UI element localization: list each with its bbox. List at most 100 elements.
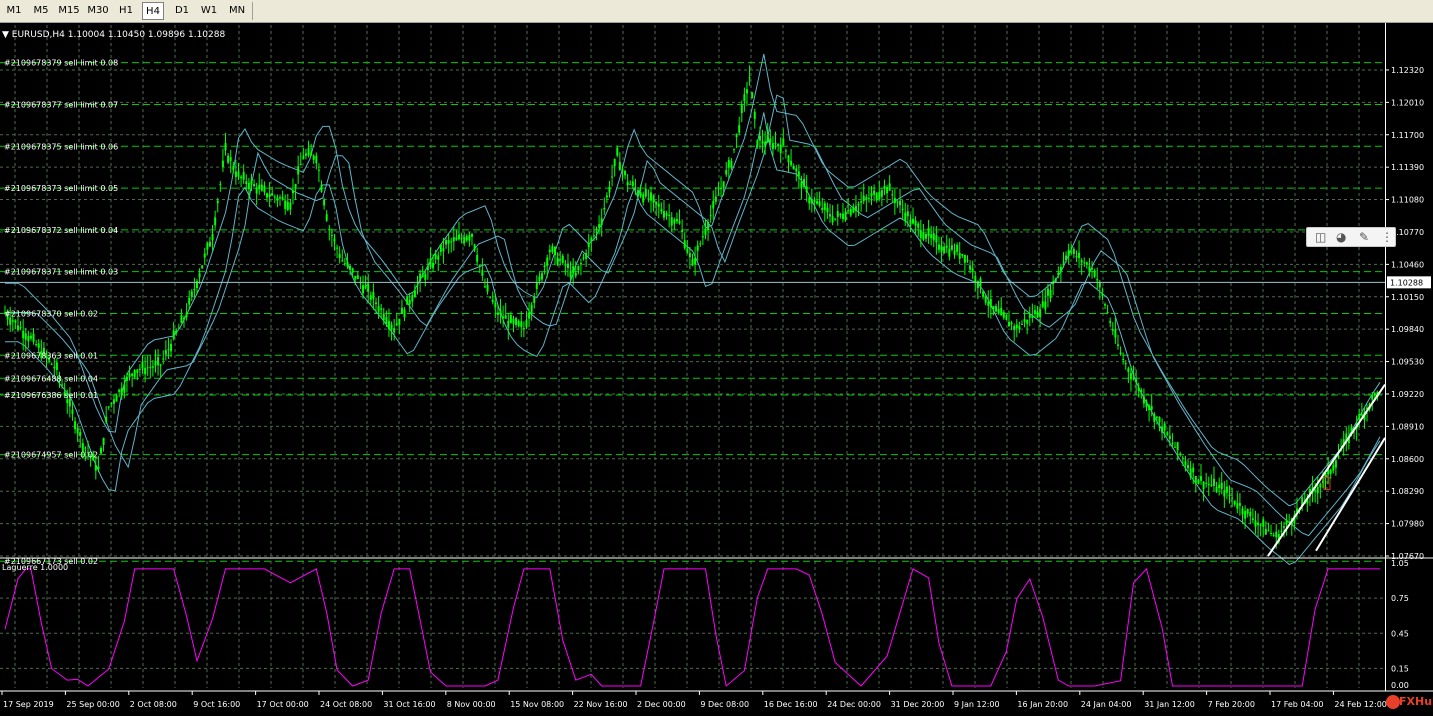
- split-view-icon[interactable]: ◫: [1315, 229, 1326, 245]
- candle-body: [725, 169, 728, 175]
- candle-body: [745, 89, 748, 94]
- candle-body: [1202, 481, 1205, 490]
- candle-body: [1189, 468, 1192, 477]
- indicator-axis-label: 0.75: [1391, 594, 1409, 603]
- candle-body: [927, 228, 930, 237]
- candle-body: [1054, 278, 1057, 282]
- candle-body: [673, 219, 676, 224]
- timeframe-w1-button[interactable]: W1: [197, 2, 221, 20]
- candle-body: [255, 187, 258, 194]
- candle-body: [1020, 323, 1023, 325]
- time-axis-label: 8 Nov 00:00: [447, 700, 496, 709]
- candle-body: [310, 152, 313, 156]
- candle-body: [1238, 503, 1241, 506]
- candle-body: [419, 273, 422, 282]
- timeframe-m30-button[interactable]: M30: [85, 2, 111, 20]
- candle-body: [175, 330, 178, 334]
- candle-body: [367, 283, 370, 292]
- time-axis-label: 31 Dec 20:00: [891, 700, 945, 709]
- price-axis-label: 1.10150: [1391, 293, 1424, 302]
- pen-icon[interactable]: ✎: [1359, 229, 1369, 245]
- timeframe-m1-button[interactable]: M1: [2, 2, 26, 20]
- candle-body: [424, 273, 427, 280]
- candle-body: [27, 335, 30, 342]
- candle-body: [691, 259, 694, 266]
- candle-body: [330, 235, 333, 237]
- candle-body: [144, 367, 147, 375]
- candle-body: [343, 263, 346, 265]
- candle-body: [426, 265, 429, 271]
- candle-body: [930, 234, 933, 239]
- candle-body: [268, 194, 271, 197]
- candle-body: [250, 180, 253, 185]
- candle-body: [520, 321, 523, 328]
- candle-body: [413, 290, 416, 298]
- candle-body: [935, 235, 938, 243]
- candle-body: [867, 197, 870, 199]
- candle-body: [224, 142, 227, 151]
- candle-body: [629, 183, 632, 185]
- candle-body: [338, 253, 341, 259]
- candle-body: [271, 193, 274, 196]
- candle-body: [1033, 310, 1036, 314]
- candle-body: [227, 155, 230, 163]
- candle-body: [893, 197, 896, 204]
- candle-body: [320, 184, 323, 192]
- timeframe-mn-button[interactable]: MN: [225, 2, 249, 20]
- candle-body: [608, 187, 611, 193]
- candle-body: [247, 182, 250, 190]
- candle-body: [956, 244, 959, 252]
- candle-body: [1114, 329, 1117, 338]
- sphere-icon[interactable]: ◕: [1336, 229, 1346, 245]
- candle-body: [1158, 416, 1161, 423]
- candle-body: [1031, 315, 1034, 318]
- candle-body: [22, 330, 25, 339]
- candle-body: [515, 317, 518, 325]
- grip-icon[interactable]: ⋮: [1381, 229, 1393, 245]
- candle-body: [784, 150, 787, 152]
- candle-body: [128, 373, 131, 378]
- candle-body: [167, 349, 170, 351]
- watermark-text: FXHub: [1399, 695, 1433, 708]
- candle-body: [315, 155, 318, 164]
- timeframe-m5-button[interactable]: M5: [28, 2, 54, 20]
- candle-body: [102, 437, 105, 445]
- candle-body: [730, 160, 733, 169]
- timeframe-m15-button[interactable]: M15: [56, 2, 82, 20]
- candle-body: [297, 166, 300, 175]
- timeframe-h4-button[interactable]: H4: [142, 2, 164, 20]
- candle-body: [50, 363, 53, 365]
- candle-body: [787, 155, 790, 163]
- candle-body: [333, 238, 336, 242]
- candle-body: [668, 215, 671, 217]
- candle-body: [1101, 293, 1104, 296]
- candle-body: [291, 190, 294, 194]
- candle-body: [372, 292, 375, 299]
- timeframe-d1-button[interactable]: D1: [170, 2, 194, 20]
- time-axis-label: 16 Jan 20:00: [1017, 700, 1068, 709]
- price-chart[interactable]: #2109678379 sell limit 0.08 #2109678377 s…: [0, 23, 1433, 716]
- candle-body: [963, 254, 966, 263]
- candle-body: [559, 258, 562, 261]
- timeframe-h1-button[interactable]: H1: [114, 2, 138, 20]
- candle-body: [131, 373, 134, 376]
- candle-body: [325, 214, 328, 221]
- candle-body: [400, 307, 403, 315]
- candle-body: [1098, 282, 1101, 288]
- candle-body: [525, 320, 528, 328]
- candle-body: [800, 181, 803, 189]
- candle-body: [1075, 256, 1078, 258]
- order-label: #2109678379 sell limit 0.08: [4, 59, 118, 68]
- candle-body: [1285, 519, 1288, 525]
- candle-body: [351, 268, 354, 273]
- candle-body: [618, 162, 621, 171]
- candle-body: [245, 181, 248, 185]
- candle-body: [1093, 270, 1096, 277]
- candle-body: [984, 296, 987, 303]
- candle-body: [878, 191, 881, 200]
- candle-body: [834, 218, 837, 220]
- candle-body: [71, 409, 74, 414]
- candle-body: [281, 196, 284, 200]
- candle-body: [1207, 483, 1210, 485]
- candle-body: [403, 309, 406, 318]
